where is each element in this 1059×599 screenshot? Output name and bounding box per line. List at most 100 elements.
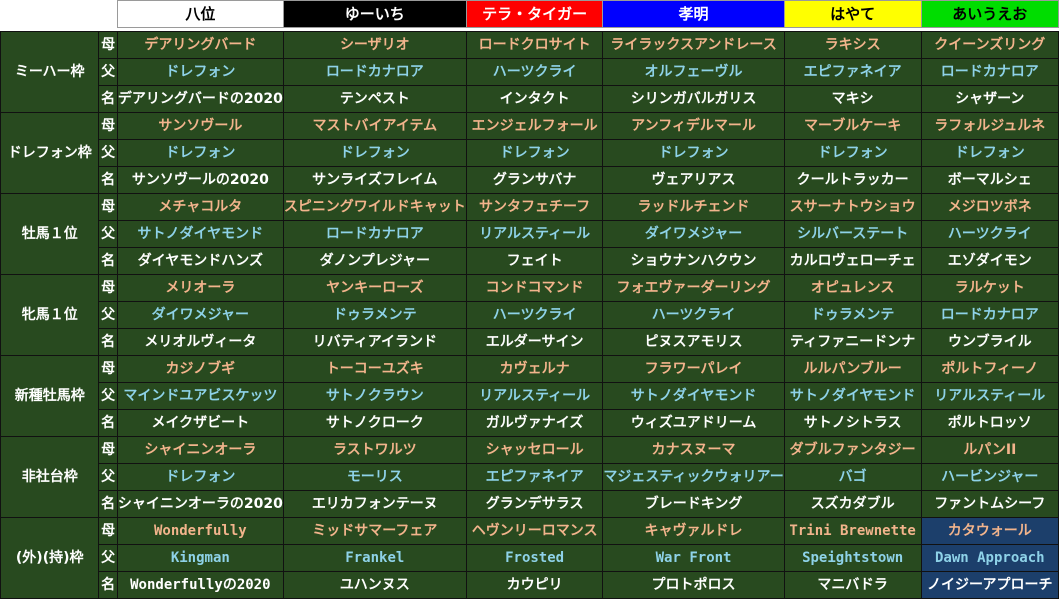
sire-cell[interactable]: Speightstown: [783, 544, 922, 572]
dam-cell[interactable]: ヘヴンリーロマンス: [465, 517, 604, 545]
name-cell[interactable]: ウィズユアドリーム: [602, 409, 785, 437]
sire-cell[interactable]: Dawn Approach: [920, 544, 1059, 572]
name-cell[interactable]: メイクザビート: [116, 409, 284, 437]
name-cell[interactable]: ティファニードンナ: [783, 328, 922, 356]
sire-cell[interactable]: ハーツクライ: [465, 301, 604, 329]
name-cell[interactable]: クールトラッカー: [783, 166, 922, 194]
dam-cell[interactable]: ラルケット: [920, 274, 1059, 302]
sire-cell[interactable]: サトノダイヤモンド: [783, 382, 922, 410]
dam-cell[interactable]: トーコーユズキ: [282, 355, 467, 383]
dam-cell[interactable]: エンジェルフォール: [465, 112, 604, 140]
name-cell[interactable]: サンライズフレイム: [282, 166, 467, 194]
sire-cell[interactable]: ドレフォン: [920, 139, 1059, 167]
name-cell[interactable]: ボーマルシェ: [920, 166, 1059, 194]
dam-cell[interactable]: サンタフェチーフ: [465, 193, 604, 221]
dam-cell[interactable]: ライラックスアンドレース: [602, 31, 785, 59]
sire-cell[interactable]: ロードカナロア: [282, 58, 467, 86]
sire-cell[interactable]: リアルスティール: [465, 382, 604, 410]
name-cell[interactable]: ヴェアリアス: [602, 166, 785, 194]
dam-cell[interactable]: ラッドルチェンド: [602, 193, 785, 221]
name-cell[interactable]: シャザーン: [920, 85, 1059, 113]
name-cell[interactable]: テンペスト: [282, 85, 467, 113]
sire-cell[interactable]: ハービンジャー: [920, 463, 1059, 491]
name-cell[interactable]: マキシ: [783, 85, 922, 113]
sire-cell[interactable]: ドゥラメンテ: [783, 301, 922, 329]
dam-cell[interactable]: ヤンキーローズ: [282, 274, 467, 302]
sire-cell[interactable]: リアルスティール: [920, 382, 1059, 410]
dam-cell[interactable]: Trini Brewnette: [783, 517, 922, 545]
sire-cell[interactable]: Frosted: [465, 544, 604, 572]
player-header-6[interactable]: あいうえお: [920, 0, 1059, 28]
sire-cell[interactable]: Frankel: [282, 544, 467, 572]
sire-cell[interactable]: リアルスティール: [465, 220, 604, 248]
dam-cell[interactable]: マーブルケーキ: [783, 112, 922, 140]
dam-cell[interactable]: カヴェルナ: [465, 355, 604, 383]
name-cell[interactable]: ブレードキング: [602, 490, 785, 518]
sire-cell[interactable]: ドレフォン: [602, 139, 785, 167]
dam-cell[interactable]: Wonderfully: [116, 517, 284, 545]
name-cell[interactable]: ダノンプレジャー: [282, 247, 467, 275]
dam-cell[interactable]: ダブルファンタジー: [783, 436, 922, 464]
name-cell[interactable]: マニバドラ: [783, 571, 922, 599]
sire-cell[interactable]: ハーツクライ: [602, 301, 785, 329]
name-cell[interactable]: カルロヴェローチェ: [783, 247, 922, 275]
dam-cell[interactable]: コンドコマンド: [465, 274, 604, 302]
dam-cell[interactable]: ミッドサマーフェア: [282, 517, 467, 545]
sire-cell[interactable]: モーリス: [282, 463, 467, 491]
name-cell[interactable]: エゾダイモン: [920, 247, 1059, 275]
dam-cell[interactable]: ラキシス: [783, 31, 922, 59]
dam-cell[interactable]: スサーナトウショウ: [783, 193, 922, 221]
dam-cell[interactable]: フォエヴァーダーリング: [602, 274, 785, 302]
sire-cell[interactable]: ロードカナロア: [282, 220, 467, 248]
name-cell[interactable]: サトノシトラス: [783, 409, 922, 437]
name-cell[interactable]: ノイジーアプローチ: [920, 571, 1059, 599]
name-cell[interactable]: プロトポロス: [602, 571, 785, 599]
dam-cell[interactable]: サンソヴール: [116, 112, 284, 140]
sire-cell[interactable]: ダイワメジャー: [602, 220, 785, 248]
sire-cell[interactable]: ドレフォン: [116, 139, 284, 167]
name-cell[interactable]: デアリングバードの2020: [116, 85, 284, 113]
dam-cell[interactable]: ポルトフィーノ: [920, 355, 1059, 383]
name-cell[interactable]: フェイト: [465, 247, 604, 275]
player-header-4[interactable]: 孝明: [602, 0, 785, 28]
name-cell[interactable]: ガルヴァナイズ: [465, 409, 604, 437]
name-cell[interactable]: Wonderfullyの2020: [116, 571, 284, 599]
name-cell[interactable]: グランサバナ: [465, 166, 604, 194]
sire-cell[interactable]: ハーツクライ: [465, 58, 604, 86]
sire-cell[interactable]: ハーツクライ: [920, 220, 1059, 248]
name-cell[interactable]: カウピリ: [465, 571, 604, 599]
sire-cell[interactable]: サトノクラウン: [282, 382, 467, 410]
name-cell[interactable]: グランデサラス: [465, 490, 604, 518]
dam-cell[interactable]: メジロツボネ: [920, 193, 1059, 221]
dam-cell[interactable]: カタウォール: [920, 517, 1059, 545]
dam-cell[interactable]: クイーンズリング: [920, 31, 1059, 59]
dam-cell[interactable]: ロードクロサイト: [465, 31, 604, 59]
name-cell[interactable]: ピヌスアモリス: [602, 328, 785, 356]
player-header-5[interactable]: はやて: [783, 0, 922, 28]
name-cell[interactable]: エリカフォンテーヌ: [282, 490, 467, 518]
dam-cell[interactable]: オピュレンス: [783, 274, 922, 302]
dam-cell[interactable]: カジノブギ: [116, 355, 284, 383]
dam-cell[interactable]: アンフィデルマール: [602, 112, 785, 140]
dam-cell[interactable]: スピニングワイルドキャット: [282, 193, 467, 221]
name-cell[interactable]: サンソヴールの2020: [116, 166, 284, 194]
name-cell[interactable]: ポルトロッソ: [920, 409, 1059, 437]
dam-cell[interactable]: カナスヌーマ: [602, 436, 785, 464]
sire-cell[interactable]: ダイワメジャー: [116, 301, 284, 329]
sire-cell[interactable]: ドレフォン: [465, 139, 604, 167]
sire-cell[interactable]: オルフェーヴル: [602, 58, 785, 86]
player-header-1[interactable]: 八位: [116, 0, 284, 28]
dam-cell[interactable]: シャイニンオーラ: [116, 436, 284, 464]
name-cell[interactable]: シャイニンオーラの2020: [116, 490, 284, 518]
dam-cell[interactable]: メリオーラ: [116, 274, 284, 302]
name-cell[interactable]: リバティアイランド: [282, 328, 467, 356]
player-header-2[interactable]: ゆーいち: [282, 0, 467, 28]
name-cell[interactable]: ファントムシーフ: [920, 490, 1059, 518]
name-cell[interactable]: ショウナンハクウン: [602, 247, 785, 275]
dam-cell[interactable]: マストバイアイテム: [282, 112, 467, 140]
sire-cell[interactable]: シルバーステート: [783, 220, 922, 248]
dam-cell[interactable]: キャヴァルドレ: [602, 517, 785, 545]
dam-cell[interactable]: ルパンII: [920, 436, 1059, 464]
player-header-3[interactable]: テラ・タイガー: [465, 0, 604, 28]
name-cell[interactable]: サトノクローク: [282, 409, 467, 437]
